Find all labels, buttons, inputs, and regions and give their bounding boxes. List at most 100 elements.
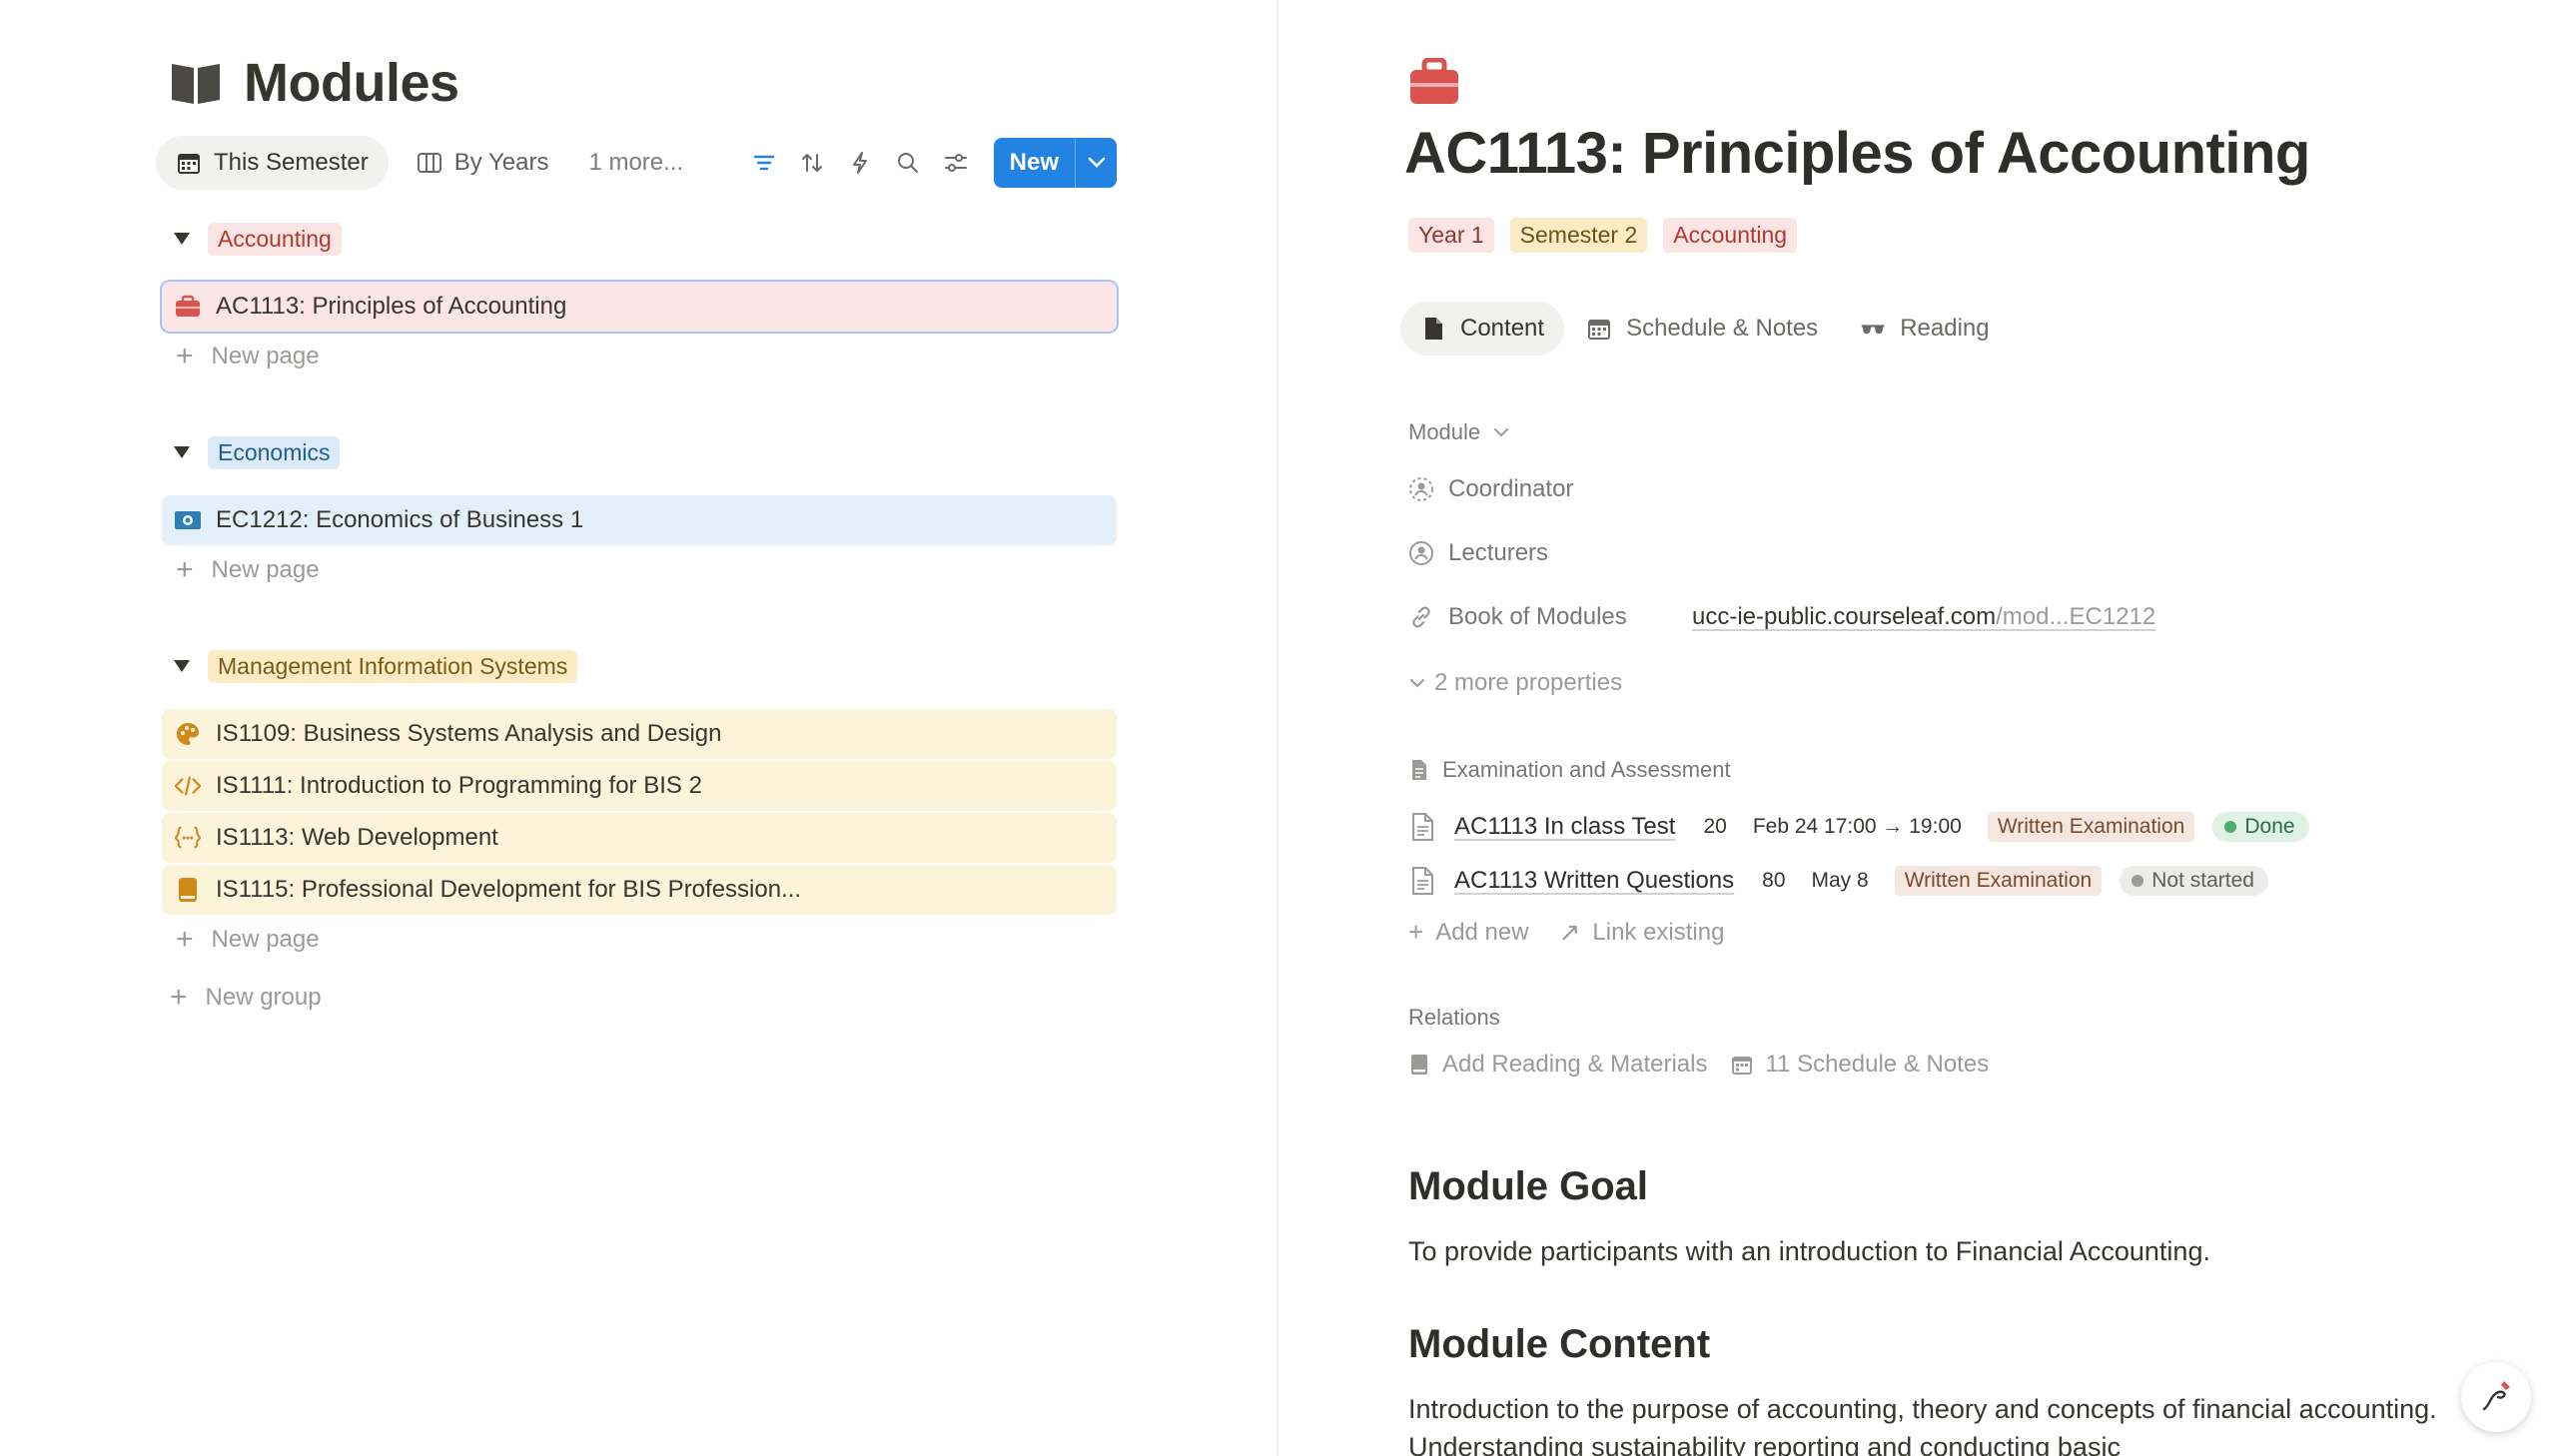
help-button[interactable] (2461, 1362, 2531, 1432)
group-header-economics[interactable]: Economics (172, 435, 341, 469)
plus-icon: + (176, 340, 194, 372)
new-page-button[interactable]: + New page (176, 925, 320, 955)
automation-button[interactable] (836, 139, 884, 187)
add-reading-button[interactable]: Add Reading & Materials (1408, 1051, 1707, 1079)
code-icon (174, 772, 202, 800)
tab-label: Reading (1900, 315, 1990, 342)
list-item[interactable]: IS1113: Web Development (162, 813, 1117, 863)
tab-reading[interactable]: Reading (1840, 302, 2009, 356)
table-row[interactable]: AC1113 In class Test 20 Feb 24 17:00 → 1… (1408, 807, 2327, 847)
item-title: IS1109: Business Systems Analysis and De… (216, 720, 722, 747)
calendar-icon (1588, 320, 1611, 340)
section-heading: Module Goal (1408, 1164, 1648, 1208)
item-title: AC1113: Principles of Accounting (216, 293, 567, 320)
schedule-notes-relation[interactable]: 11 Schedule & Notes (1731, 1051, 1989, 1079)
section-body: Introduction to the purpose of accountin… (1408, 1394, 2437, 1456)
search-button[interactable] (884, 139, 932, 187)
group-header-mis[interactable]: Management Information Systems (172, 649, 578, 683)
relations-list: Add Reading & Materials 11 Schedule & No… (1408, 1051, 2013, 1079)
status-dot (2224, 821, 2237, 833)
group-label: Accounting (208, 222, 342, 256)
plus-icon: + (176, 553, 194, 586)
book-icon (174, 876, 202, 904)
relations-label: Relations (1408, 1005, 1500, 1030)
briefcase-icon (174, 293, 202, 321)
exam-section-header[interactable]: Examination and Assessment (1408, 757, 1731, 783)
chevron-down-icon (1410, 679, 1424, 688)
link-domain: ucc-ie-public.courseleaf.com (1692, 603, 1997, 630)
page-icon (1412, 867, 1433, 895)
tab-schedule-notes[interactable]: Schedule & Notes (1566, 302, 1838, 356)
exam-type-badge: Written Examination (1987, 812, 2195, 842)
property-lecturers[interactable]: Lecturers (1408, 535, 1548, 571)
status-dot (2131, 875, 2144, 887)
page-title[interactable]: AC1113: Principles of Accounting (1404, 120, 2310, 187)
link-icon (1412, 606, 1430, 628)
database-header: Modules (170, 52, 459, 114)
link-existing-button[interactable]: ↗ Link existing (1559, 917, 1725, 948)
table-row[interactable]: AC1113 Written Questions 80 May 8 Writte… (1408, 861, 2286, 901)
exam-name[interactable]: AC1113 Written Questions (1454, 867, 1734, 895)
view-tab-by-years[interactable]: By Years (397, 136, 569, 190)
group-label: Economics (208, 435, 341, 469)
more-properties-label: 2 more properties (1434, 669, 1623, 696)
tag-subject[interactable]: Accounting (1663, 218, 1798, 253)
properties-section-label: Module (1408, 419, 1481, 444)
filter-button[interactable] (740, 139, 788, 187)
list-item[interactable]: EC1212: Economics of Business 1 (162, 495, 1117, 545)
group-label: Management Information Systems (208, 649, 578, 683)
property-label: Coordinator (1448, 475, 1574, 502)
view-tab-this-semester[interactable]: This Semester (156, 136, 389, 190)
list-item[interactable]: AC1113: Principles of Accounting (162, 282, 1117, 332)
new-group-label: New group (205, 984, 322, 1011)
list-item[interactable]: IS1109: Business Systems Analysis and De… (162, 709, 1117, 759)
chevron-down-icon (1494, 428, 1509, 437)
new-page-label: New page (211, 343, 320, 369)
lightning-icon (852, 152, 867, 174)
glasses-icon (1861, 325, 1885, 335)
sort-button[interactable] (788, 139, 836, 187)
new-page-button[interactable]: + New page (176, 555, 320, 585)
property-coordinator[interactable]: Coordinator (1408, 471, 1573, 507)
status-badge: Not started (2120, 866, 2268, 896)
section-heading: Module Content (1408, 1322, 1711, 1366)
more-properties-toggle[interactable]: 2 more properties (1408, 669, 1622, 697)
pen-icon (2482, 1381, 2510, 1411)
braces-icon (174, 824, 202, 852)
property-label: Lecturers (1448, 539, 1549, 566)
tag-year[interactable]: Year 1 (1408, 218, 1494, 253)
status-label: Not started (2151, 869, 2254, 892)
link-path: /mod...EC1212 (1996, 603, 2156, 630)
status-label: Done (2244, 815, 2295, 838)
briefcase-icon[interactable] (1408, 58, 1460, 106)
exam-weight: 20 (1703, 815, 1727, 838)
book-icon (1411, 1055, 1427, 1075)
relation-label: 11 Schedule & Notes (1765, 1051, 1990, 1078)
plus-icon: + (1408, 917, 1424, 947)
board-icon (417, 153, 441, 173)
view-tools: New (740, 138, 1117, 188)
list-item[interactable]: IS1111: Introduction to Programming for … (162, 761, 1117, 811)
add-new-button[interactable]: + Add new (1408, 917, 1529, 948)
group-header-accounting[interactable]: Accounting (172, 222, 342, 256)
property-book-of-modules[interactable]: Book of Modules ucc-ie-public.courseleaf… (1408, 599, 2407, 635)
exam-actions: + Add new ↗ Link existing (1408, 917, 1754, 948)
triangle-down-icon[interactable] (172, 656, 192, 676)
tab-content[interactable]: Content (1400, 302, 1565, 356)
new-button[interactable]: New (994, 138, 1075, 188)
book-of-modules-link[interactable]: ucc-ie-public.courseleaf.com/mod...EC121… (1692, 603, 2155, 631)
palette-icon (174, 720, 202, 748)
new-options-button[interactable] (1075, 138, 1117, 188)
view-settings-button[interactable] (932, 139, 980, 187)
triangle-down-icon[interactable] (172, 229, 192, 249)
more-views-button[interactable]: 1 more... (576, 136, 695, 190)
exam-type-badge: Written Examination (1894, 866, 2103, 896)
new-page-button[interactable]: + New page (176, 342, 320, 371)
exam-name[interactable]: AC1113 In class Test (1454, 813, 1675, 841)
new-group-button[interactable]: + New group (170, 983, 322, 1013)
properties-section-toggle[interactable]: Module (1408, 419, 1510, 445)
triangle-down-icon[interactable] (172, 442, 192, 462)
list-item[interactable]: IS1115: Professional Development for BIS… (162, 865, 1117, 915)
item-title: EC1212: Economics of Business 1 (216, 506, 584, 533)
tag-semester[interactable]: Semester 2 (1509, 218, 1648, 253)
